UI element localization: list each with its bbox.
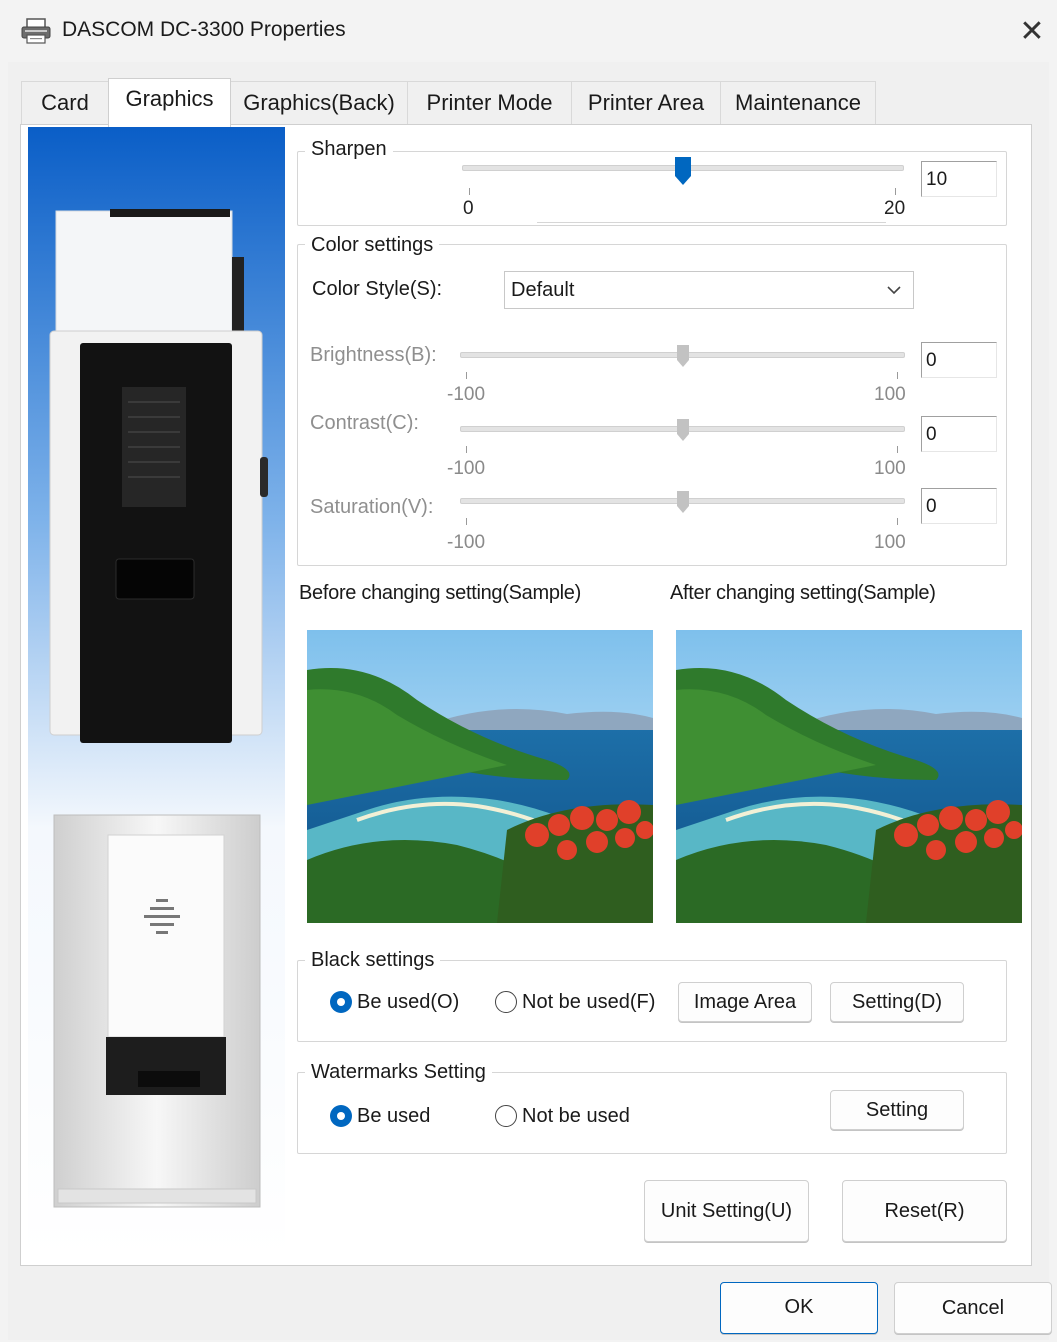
black-not-be-used-radio[interactable] — [495, 991, 517, 1013]
unit-setting-button[interactable]: Unit Setting(U) — [644, 1180, 809, 1242]
saturation-tick-min — [466, 518, 467, 525]
watermark-be-used-label[interactable]: Be used — [357, 1105, 430, 1128]
black-not-be-used-label[interactable]: Not be used(F) — [522, 991, 655, 1014]
color-style-value: Default — [511, 279, 575, 301]
sharpen-slider-thumb[interactable] — [674, 156, 692, 186]
color-settings-title: Color settings — [305, 234, 440, 257]
saturation-value-field[interactable]: 0 — [921, 488, 997, 524]
brightness-label: Brightness(B): — [310, 344, 437, 366]
ok-button[interactable]: OK — [720, 1282, 878, 1334]
tab-card[interactable]: Card — [21, 81, 109, 124]
watermarks-title: Watermarks Setting — [305, 1061, 492, 1084]
sharpen-value-field[interactable]: 10 — [921, 161, 997, 197]
printer-icon — [21, 18, 51, 44]
before-sample-image — [307, 630, 653, 923]
sharpen-tick-max — [895, 188, 896, 195]
contrast-min-label: -100 — [447, 458, 486, 479]
saturation-slider-thumb[interactable] — [676, 490, 690, 514]
sharpen-tick-min — [469, 188, 470, 195]
contrast-tick-min — [466, 446, 467, 453]
brightness-slider-thumb[interactable] — [676, 344, 690, 368]
black-settings-title: Black settings — [305, 949, 441, 972]
sharpen-divider — [537, 222, 886, 223]
tab-printer-area[interactable]: Printer Area — [571, 81, 721, 124]
contrast-slider-thumb[interactable] — [676, 418, 690, 442]
color-style-label: Color Style(S): — [312, 278, 443, 300]
contrast-label: Contrast(C): — [310, 412, 419, 434]
sharpen-max-label: 20 — [884, 198, 906, 219]
chevron-down-icon — [887, 286, 901, 295]
cancel-button[interactable]: Cancel — [894, 1282, 1052, 1334]
watermark-not-be-used-radio[interactable] — [495, 1105, 517, 1127]
tab-graphics-back[interactable]: Graphics(Back) — [230, 81, 408, 124]
after-sample-caption: After changing setting(Sample) — [670, 582, 936, 604]
saturation-tick-max — [897, 518, 898, 525]
tab-maintenance[interactable]: Maintenance — [720, 81, 876, 124]
sharpen-min-label: 0 — [463, 198, 474, 219]
reset-button[interactable]: Reset(R) — [842, 1180, 1007, 1242]
saturation-max-label: 100 — [874, 532, 906, 553]
close-button[interactable]: ✕ — [1010, 10, 1054, 54]
saturation-label: Saturation(V): — [310, 496, 434, 518]
contrast-tick-max — [897, 446, 898, 453]
printer-illustration — [28, 127, 285, 1258]
title-bar: DASCOM DC-3300 Properties ✕ — [0, 0, 1057, 62]
tab-printer-mode[interactable]: Printer Mode — [407, 81, 572, 124]
brightness-value-field[interactable]: 0 — [921, 342, 997, 378]
brightness-min-label: -100 — [447, 384, 486, 405]
tab-graphics[interactable]: Graphics — [108, 78, 231, 127]
brightness-tick-min — [466, 372, 467, 379]
watermark-not-be-used-label[interactable]: Not be used — [522, 1105, 630, 1128]
saturation-min-label: -100 — [447, 532, 486, 553]
black-setting-button[interactable]: Setting(D) — [830, 982, 964, 1022]
sharpen-title: Sharpen — [305, 138, 393, 161]
window-title: DASCOM DC-3300 Properties — [62, 18, 346, 41]
watermark-be-used-radio[interactable] — [330, 1105, 352, 1127]
before-sample-caption: Before changing setting(Sample) — [299, 582, 581, 604]
brightness-max-label: 100 — [874, 384, 906, 405]
contrast-max-label: 100 — [874, 458, 906, 479]
after-sample-image — [676, 630, 1022, 923]
color-style-select[interactable]: Default — [504, 271, 914, 309]
brightness-tick-max — [897, 372, 898, 379]
image-area-button[interactable]: Image Area — [678, 982, 812, 1022]
watermark-setting-button[interactable]: Setting — [830, 1090, 964, 1130]
black-be-used-label[interactable]: Be used(O) — [357, 991, 459, 1014]
contrast-value-field[interactable]: 0 — [921, 416, 997, 452]
black-be-used-radio[interactable] — [330, 991, 352, 1013]
